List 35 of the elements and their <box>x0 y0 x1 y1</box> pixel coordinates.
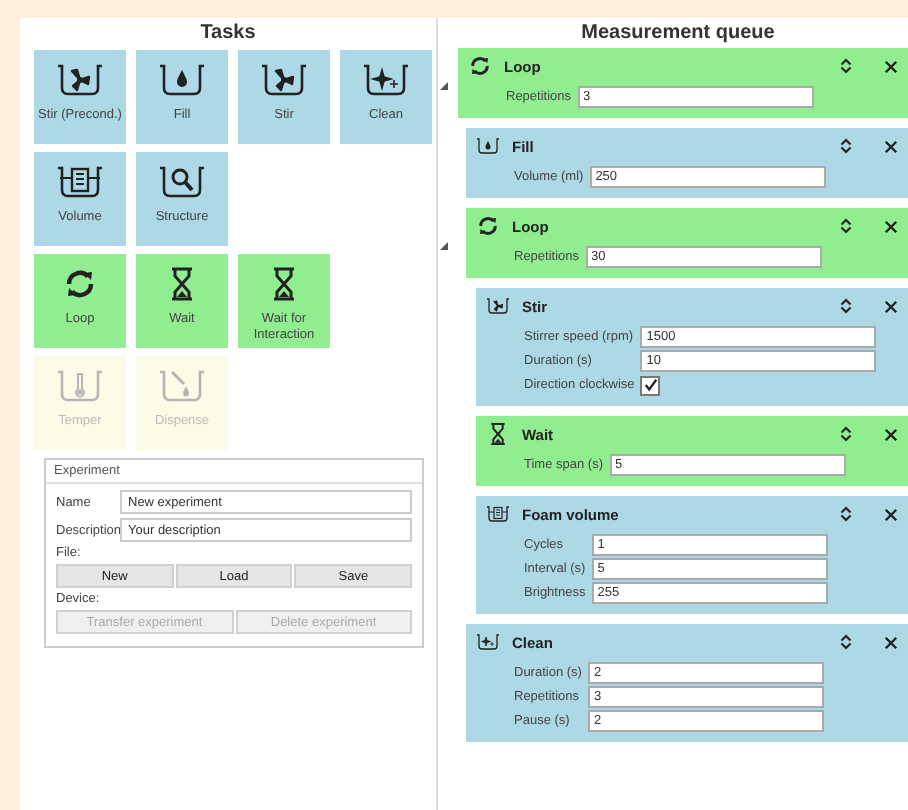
reorder-icon[interactable] <box>840 58 852 74</box>
expander-icon[interactable] <box>440 82 448 90</box>
pipette-beaker-icon <box>158 368 206 404</box>
sparkle-beaker-icon <box>476 630 500 654</box>
close-icon[interactable] <box>884 299 898 313</box>
hourglass-icon <box>486 422 510 446</box>
close-icon[interactable] <box>884 59 898 73</box>
magnifier-beaker-icon <box>158 164 206 200</box>
reorder-icon[interactable] <box>840 138 852 154</box>
loop-icon <box>468 54 492 78</box>
reorder-icon[interactable] <box>840 298 852 314</box>
close-icon[interactable] <box>884 635 898 649</box>
close-icon[interactable] <box>884 219 898 233</box>
drop-beaker-icon <box>158 62 206 98</box>
loop-icon <box>62 266 98 302</box>
drop-beaker-icon <box>476 134 500 158</box>
close-icon[interactable] <box>884 139 898 153</box>
reorder-icon[interactable] <box>840 218 852 234</box>
panel-title: Tasks <box>198 20 258 48</box>
column-beaker-icon <box>486 502 510 526</box>
stirrer-beaker-icon <box>260 62 308 98</box>
close-icon[interactable] <box>884 427 898 441</box>
loop-icon <box>476 214 500 238</box>
column-beaker-icon <box>56 164 104 200</box>
stirrer-beaker-icon <box>486 294 510 318</box>
panel-title: Measurement queue <box>579 20 777 48</box>
stirrer-beaker-icon <box>56 62 104 98</box>
sparkle-beaker-icon <box>362 62 410 98</box>
reorder-icon[interactable] <box>840 426 852 442</box>
checkbox[interactable] <box>640 375 661 395</box>
expander-icon[interactable] <box>440 242 448 250</box>
reorder-icon[interactable] <box>840 634 852 650</box>
reorder-icon[interactable] <box>840 506 852 522</box>
close-icon[interactable] <box>884 507 898 521</box>
thermometer-beaker-icon <box>56 368 104 404</box>
